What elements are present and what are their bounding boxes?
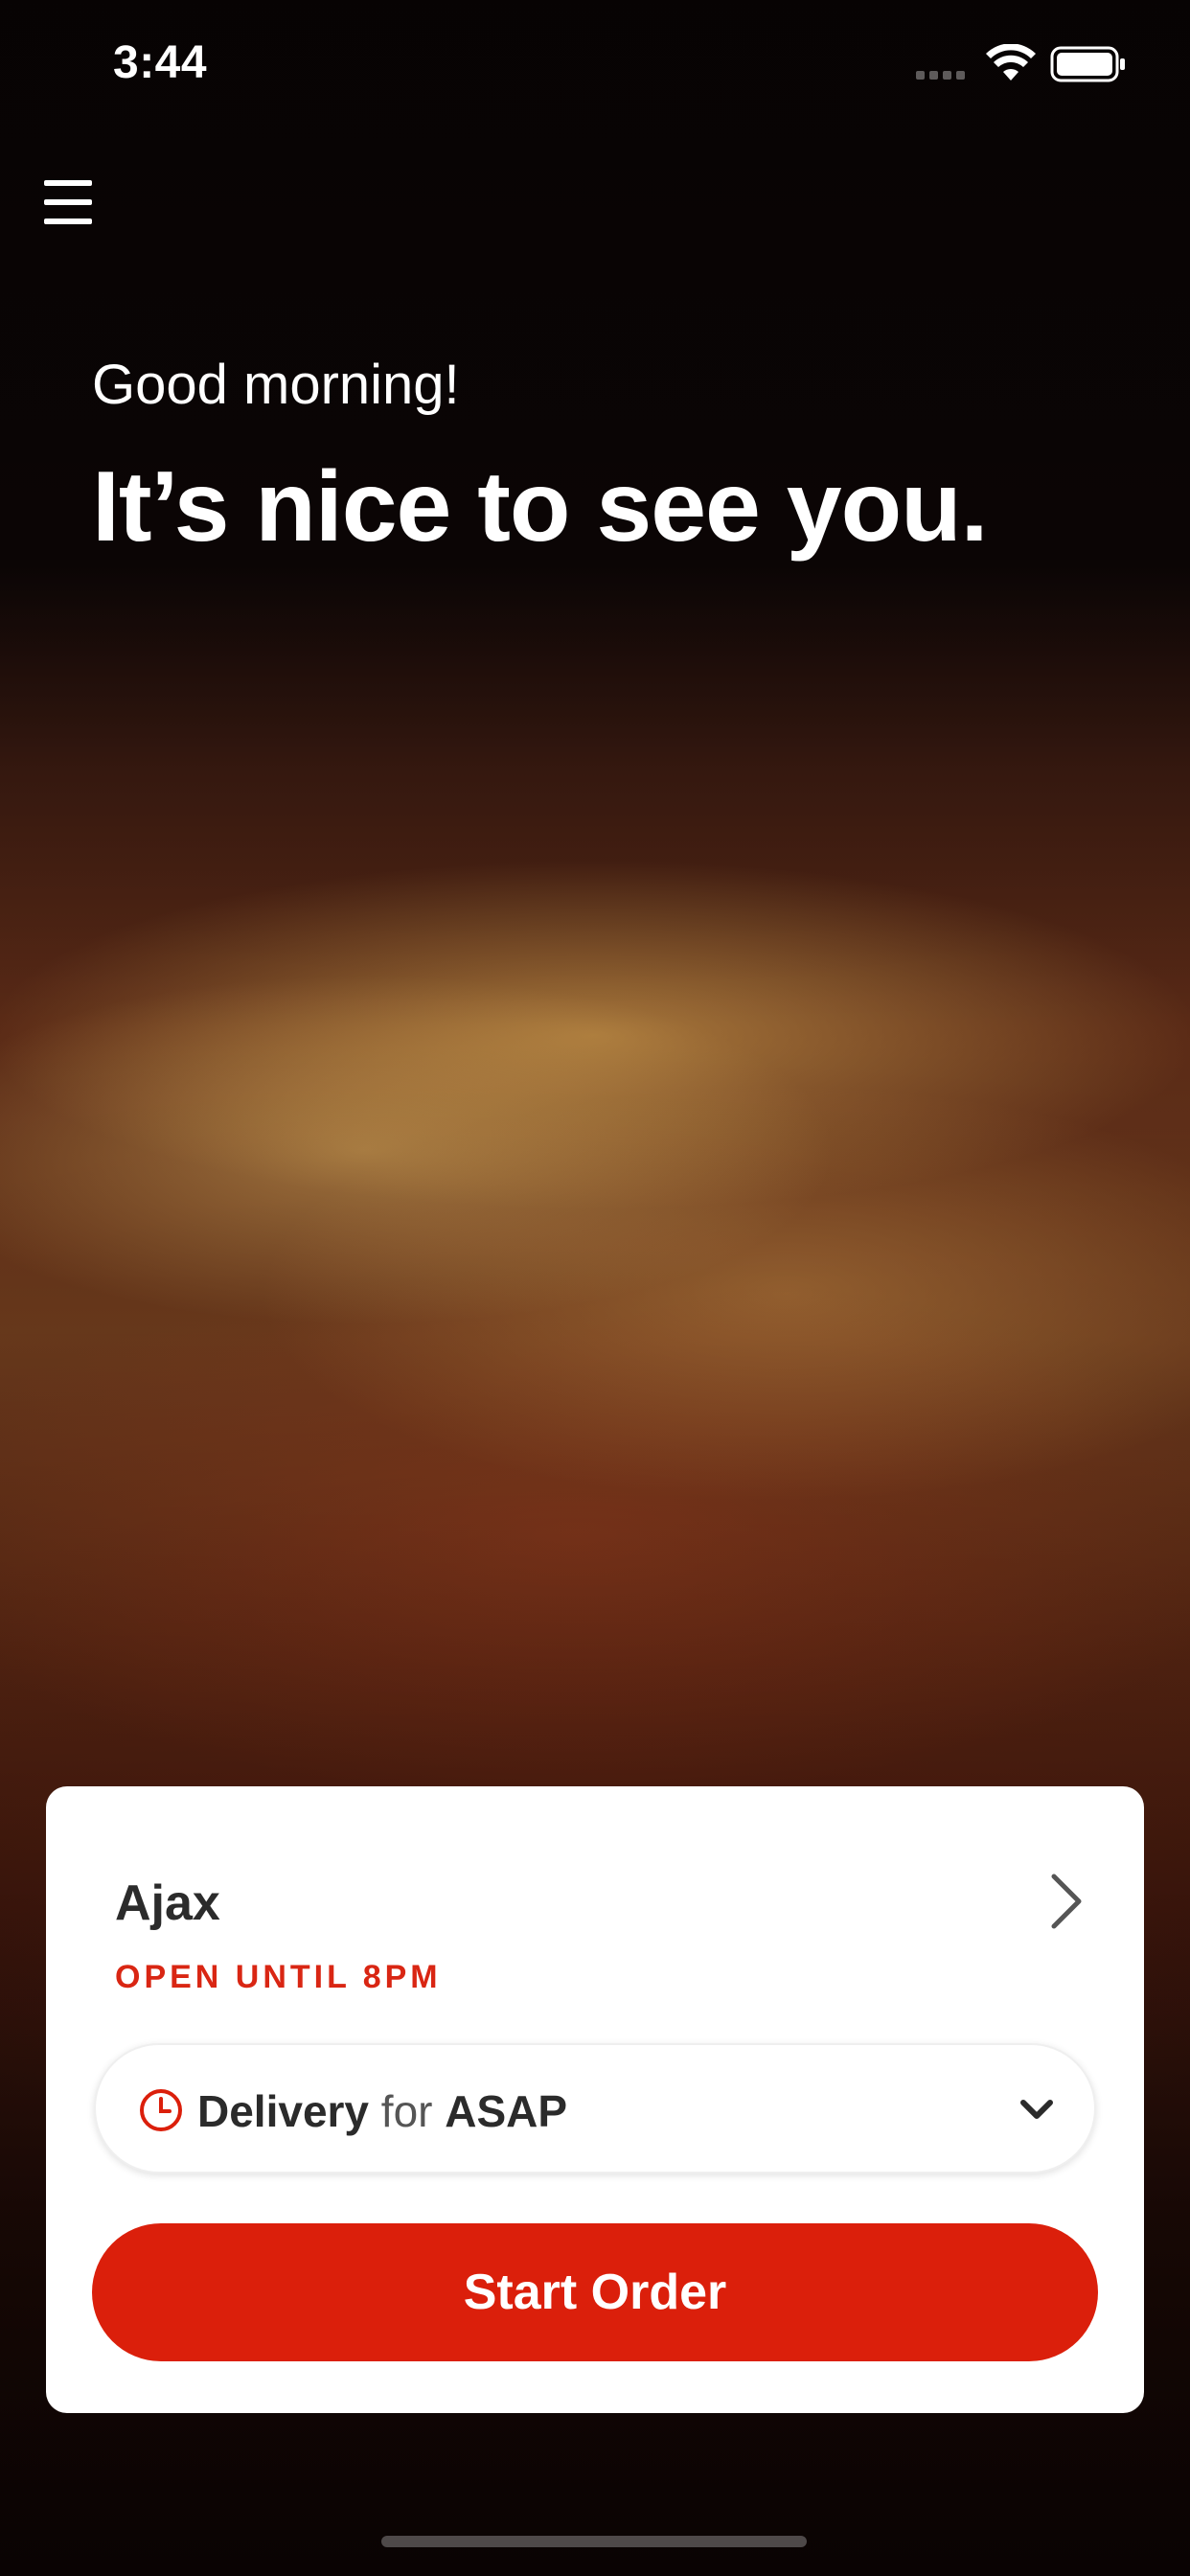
start-order-button[interactable]: Start Order	[92, 2223, 1098, 2361]
headline-text: It’s nice to see you.	[92, 451, 989, 563]
home-indicator[interactable]	[381, 2536, 807, 2547]
greeting-text: Good morning!	[92, 354, 460, 416]
status-time: 3:44	[113, 37, 208, 88]
order-mode-selector[interactable]: Delivery for ASAP	[94, 2043, 1096, 2174]
order-mode-text: Delivery for ASAP	[197, 2085, 567, 2137]
store-hours: OPEN UNTIL 8PM	[115, 1959, 442, 1995]
order-mode-time: ASAP	[445, 2086, 568, 2136]
order-mode-type: Delivery	[197, 2086, 370, 2136]
status-bar: 3:44	[0, 0, 1190, 126]
hamburger-menu-icon[interactable]	[44, 180, 94, 224]
chevron-down-icon	[1018, 2095, 1056, 2130]
clock-icon	[138, 2087, 184, 2138]
order-mode-connector: for	[380, 2086, 433, 2136]
wifi-icon	[985, 43, 1037, 87]
battery-icon	[1050, 46, 1127, 87]
store-card: Ajax OPEN UNTIL 8PM Delivery for ASAP St…	[46, 1786, 1144, 2413]
chevron-right-icon[interactable]	[1035, 1855, 1096, 1947]
signal-icon	[916, 67, 970, 84]
store-name[interactable]: Ajax	[115, 1874, 220, 1932]
